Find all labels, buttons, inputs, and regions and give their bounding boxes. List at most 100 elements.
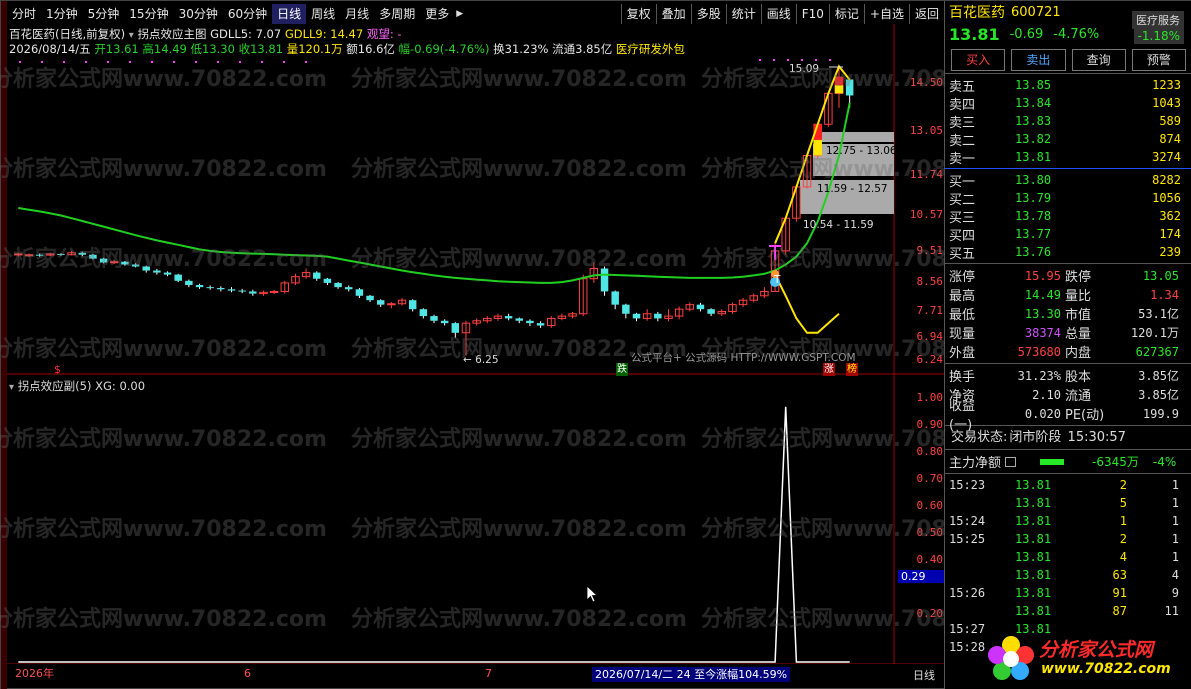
close-value: 收13.81 — [238, 42, 284, 56]
toolbar-action-button[interactable]: 叠加 — [655, 4, 691, 24]
order-book-row[interactable]: 买三 13.78 362 — [945, 207, 1191, 226]
sub-axis-tick: 0.90 — [916, 418, 944, 431]
order-book-row[interactable]: 买二 13.79 1056 — [945, 189, 1191, 208]
order-book-label: 买四 — [949, 228, 976, 244]
candle-body-down — [163, 272, 172, 275]
toolbar-action-button[interactable]: 多股 — [690, 4, 726, 24]
sector-change-pct[interactable]: -1.18% — [1133, 28, 1184, 44]
toolbar-action-button[interactable]: 复权 — [620, 4, 656, 24]
period-tab[interactable]: 5分钟 — [83, 4, 125, 24]
order-book-row[interactable]: 卖三 13.83 589 — [945, 112, 1191, 131]
toolbar-action-button[interactable]: 画线 — [760, 4, 796, 24]
period-tab[interactable]: 60分钟 — [223, 4, 272, 24]
tick-cnt: 1 — [1171, 478, 1179, 492]
alert-button[interactable]: 预警 — [1131, 49, 1186, 71]
flow-pct: -4% — [1152, 454, 1177, 469]
resistance-zone-1 — [822, 132, 894, 142]
order-book-price: 13.80 — [1015, 173, 1052, 187]
candle-body-down — [536, 323, 545, 326]
status-time: 15:30:57 — [1067, 430, 1126, 445]
signal-up-marker: 涨 — [823, 363, 835, 376]
candle-body-down — [142, 266, 150, 271]
toolbar-action-button[interactable]: F10 — [795, 4, 829, 24]
price-axis-tick: 14.50 — [909, 76, 943, 89]
order-book-vol: 174 — [1159, 227, 1181, 241]
candle-body-down — [249, 291, 257, 294]
top-dot — [283, 61, 285, 63]
top-dot — [239, 61, 241, 63]
stat-v2: 199.9 — [1142, 406, 1179, 421]
top-dot — [19, 61, 21, 63]
tick-row: 15:23 13.81 2 1 — [945, 476, 1191, 494]
order-book-label: 买五 — [949, 246, 976, 262]
sub-axis-tick: 0.50 — [916, 526, 944, 539]
more-arrow-icon[interactable]: ▶ — [456, 9, 463, 19]
tick-price: 13.81 — [1015, 604, 1052, 618]
candle-body-down — [419, 309, 428, 317]
trade-buttons: 买入 卖出 查询 预警 — [945, 49, 1191, 71]
period-tab[interactable]: 月线 — [340, 4, 374, 24]
period-tab[interactable]: 30分钟 — [174, 4, 223, 24]
order-book-row[interactable]: 卖四 13.84 1043 — [945, 94, 1191, 113]
settings-icon[interactable]: ▾ — [9, 382, 14, 393]
kline-chart-svg[interactable] — [7, 24, 944, 664]
indicator-name[interactable]: 拐点效应主图 — [137, 27, 206, 41]
stat-l1: 现量 — [949, 327, 976, 342]
period-tab[interactable]: 分时 — [7, 4, 41, 24]
tick-price: 13.81 — [1015, 514, 1052, 528]
order-book-row[interactable]: 买四 13.77 174 — [945, 225, 1191, 244]
price-axis-tick: 8.56 — [916, 275, 944, 288]
toolbar-action-button[interactable]: 统计 — [725, 4, 761, 24]
main-flow-row[interactable]: 主力净额 -6345万 -4% — [945, 452, 1191, 472]
tick-price: 13.81 — [1015, 550, 1052, 564]
period-tab[interactable]: 日线 — [272, 4, 307, 24]
order-book-price: 13.84 — [1015, 96, 1052, 110]
period-label[interactable]: 日线 — [913, 667, 935, 683]
list-icon[interactable] — [1005, 456, 1017, 467]
period-tab[interactable]: 周线 — [306, 4, 340, 24]
chart-area[interactable]: 百花医药(日线,前复权) ▾ 拐点效应主图 GDLL5: 7.07 GDLL9:… — [7, 24, 944, 682]
change-value: 幅-0.69(-4.76%) — [398, 42, 490, 56]
price-axis-tick: 6.94 — [916, 330, 944, 343]
order-book-row[interactable]: 买五 13.76 239 — [945, 243, 1191, 262]
settings-icon[interactable]: ▾ — [129, 30, 134, 41]
stock-name: 百花医药 — [949, 5, 1005, 21]
candle-body-up — [269, 290, 279, 293]
tick-row: 13.81 4 1 — [945, 548, 1191, 566]
sector-tag[interactable]: 医疗研发外包 — [616, 42, 685, 56]
candle-body-down — [99, 258, 108, 263]
series-line-gdll5 — [774, 274, 840, 334]
order-book-price: 13.78 — [1015, 209, 1052, 223]
candle-body-up — [387, 303, 396, 306]
price-axis-tick: 11.74 — [909, 168, 943, 181]
platform-watermark: 公式平台+ 公式源码 HTTP://WWW.GSPT.COM — [631, 352, 856, 364]
period-tab[interactable]: 更多 — [420, 4, 454, 24]
top-dot — [815, 59, 817, 61]
top-dot — [305, 61, 307, 63]
period-tab[interactable]: 1分钟 — [41, 4, 83, 24]
query-button[interactable]: 查询 — [1071, 49, 1126, 71]
order-book-row[interactable]: 卖一 13.81 3274 — [945, 148, 1191, 167]
order-book-price: 13.82 — [1015, 132, 1052, 146]
tick-time: 15:25 — [949, 532, 986, 546]
order-book-row[interactable]: 卖二 13.82 874 — [945, 130, 1191, 149]
tick-row: 15:26 13.81 91 9 — [945, 584, 1191, 602]
buy-button[interactable]: 买入 — [951, 49, 1006, 71]
month-7-label: 7 — [485, 667, 492, 680]
stat-l1: 收益(一) — [949, 398, 976, 433]
sub-indicator-name[interactable]: 拐点效应副(5) — [18, 379, 92, 393]
order-book-row[interactable]: 卖五 13.85 1233 — [945, 76, 1191, 95]
sell-button[interactable]: 卖出 — [1011, 49, 1066, 71]
divider — [945, 363, 1191, 364]
top-dot — [217, 61, 219, 63]
stat-v1: 15.95 — [1024, 268, 1061, 283]
period-tab[interactable]: 多周期 — [374, 4, 420, 24]
toolbar-action-button[interactable]: 返回 — [908, 4, 944, 24]
toolbar-action-button[interactable]: +自选 — [863, 4, 909, 24]
period-tab[interactable]: 15分钟 — [124, 4, 173, 24]
order-book-row[interactable]: 买一 13.80 8282 — [945, 171, 1191, 190]
toolbar-action-button[interactable]: 标记 — [828, 4, 864, 24]
divider — [945, 473, 1191, 474]
stat-l2: 流通 — [1065, 389, 1092, 404]
tick-list[interactable]: 15:23 13.81 2 1 13.81 5 1 15:24 13.81 1 1 15:25 13.8… — [945, 476, 1191, 656]
